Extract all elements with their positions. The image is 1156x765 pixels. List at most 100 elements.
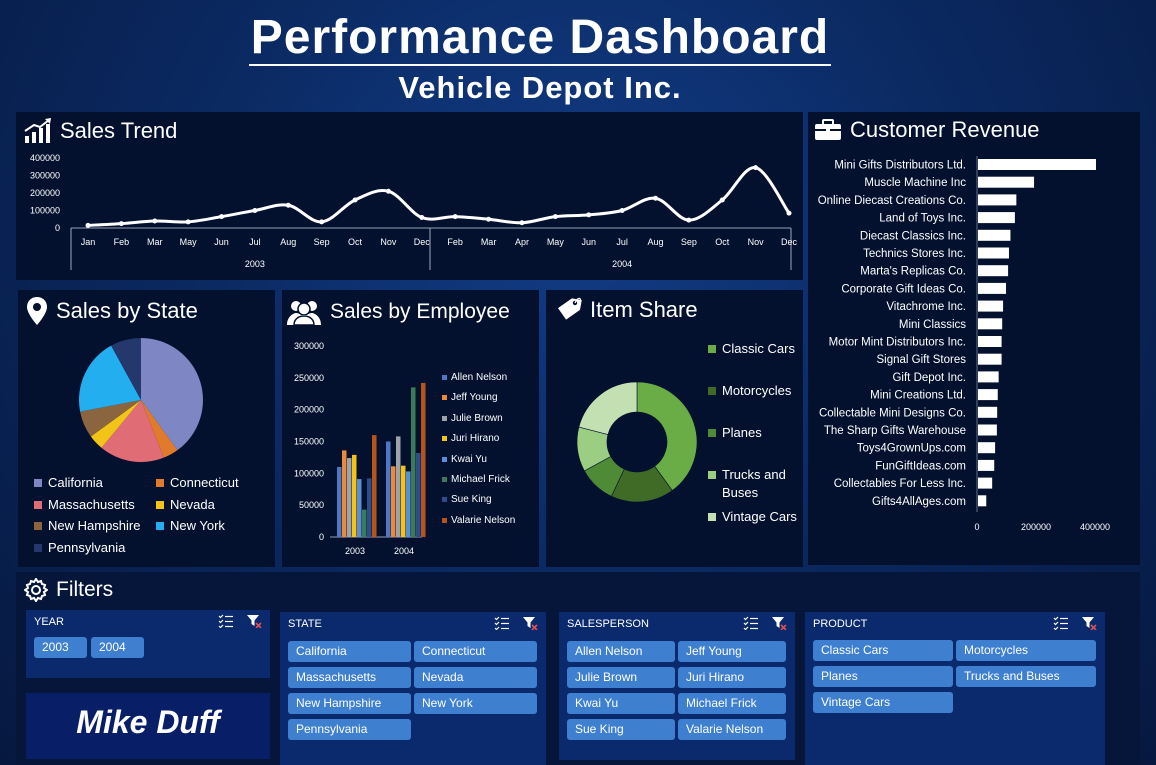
gear-icon	[24, 578, 48, 602]
legend-item-michael-frick: Michael Frick	[442, 474, 510, 485]
employee-bar	[352, 454, 357, 537]
x-tick-label: Mar	[481, 237, 497, 247]
x-tick-label: Oct	[715, 237, 730, 247]
legend-swatch	[442, 477, 447, 482]
slicer-option-jeff-young[interactable]: Jeff Young	[678, 641, 786, 662]
legend-label: Sue King	[451, 494, 492, 506]
customer-bar	[978, 336, 1002, 347]
sales-trend-point	[152, 218, 158, 224]
clear-filter-icon[interactable]	[1081, 616, 1097, 635]
customer-revenue-chart: Mini Gifts Distributors Ltd. Muscle Machi…	[818, 156, 1110, 532]
slicer-option-new-hampshire[interactable]: New Hampshire	[288, 693, 411, 714]
customer-label: Muscle Machine Inc	[864, 177, 966, 189]
sales-trend-point	[118, 221, 124, 227]
slicer-option-vintage-cars[interactable]: Vintage Cars	[813, 692, 953, 713]
customer-label: Toys4GrownUps.com	[857, 443, 966, 455]
sales-trend-point	[619, 208, 625, 213]
legend-label: Michael Frick	[451, 474, 510, 485]
slicer-option-connecticut[interactable]: Connecticut	[414, 641, 537, 662]
clear-filter-icon[interactable]	[771, 616, 787, 635]
slicer-option-california[interactable]: California	[288, 641, 411, 662]
employee-bar	[362, 509, 367, 537]
x-tick-label: Feb	[447, 237, 463, 247]
customer-label: Land of Toys Inc.	[879, 213, 966, 225]
multi-select-icon[interactable]	[743, 616, 759, 635]
x-tick-label: Aug	[280, 237, 296, 247]
legend-label: Vintage Cars	[722, 509, 797, 524]
legend-swatch	[708, 429, 716, 437]
sales-trend-point	[285, 202, 291, 208]
employee-bar	[411, 387, 416, 537]
legend-swatch	[442, 497, 447, 503]
sales-trend-point	[719, 197, 725, 203]
y-tick-label: 400000	[30, 153, 60, 163]
slicer-option-allen-nelson[interactable]: Allen Nelson	[567, 641, 675, 662]
multi-select-icon[interactable]	[494, 616, 510, 635]
legend-item-motorcycles: Motorcycles	[708, 382, 798, 400]
customer-label: Online Diecast Creations Co.	[818, 195, 966, 207]
y-tick-label: 0	[55, 223, 60, 233]
slicer-option-kwai-yu[interactable]: Kwai Yu	[567, 693, 675, 714]
slicer-option-michael-frick[interactable]: Michael Frick	[678, 693, 786, 714]
sales-trend-chart: 400000 300000 200000 100000 0 Jan Feb Mar May Jun…	[30, 153, 797, 270]
sales-trend-point	[219, 214, 225, 220]
customer-label: Diecast Classics Inc.	[860, 230, 966, 242]
sales-trend-line	[87, 166, 791, 227]
product-slicer: PRODUCT Classic Cars Motorcycles Planes Truc…	[805, 612, 1105, 765]
slicer-option-valarie-nelson[interactable]: Valarie Nelson	[678, 719, 786, 740]
price-tag-icon	[557, 297, 582, 320]
sales-by-state-header: Sales by State	[26, 296, 198, 326]
legend-label: Kwai Yu	[451, 453, 487, 465]
legend-swatch	[442, 436, 447, 442]
legend-label: California	[48, 475, 103, 490]
x-tick-label: May	[547, 237, 565, 247]
customer-bar	[978, 424, 997, 436]
x-tick-label: Jul	[249, 237, 261, 247]
customer-bar	[978, 247, 1009, 259]
slicer-option-2003[interactable]: 2003	[34, 637, 87, 658]
sales-by-state-title: Sales by State	[56, 298, 198, 323]
x-tick-label: Sep	[314, 237, 330, 247]
slicer-option-nevada[interactable]: Nevada	[414, 667, 537, 688]
legend-swatch	[34, 543, 42, 552]
sales-by-state-panel: Sales by State California Connecticut Mass…	[18, 290, 275, 567]
x-tick-label: Jan	[81, 237, 96, 247]
employee-bar	[372, 435, 377, 537]
employee-bar	[396, 436, 401, 537]
slicer-option-new-york[interactable]: New York	[414, 693, 537, 714]
x-tick-label: Sep	[681, 237, 697, 247]
slicer-option-planes[interactable]: Planes	[813, 666, 953, 687]
sales-trend-point	[586, 212, 592, 218]
slicer-option-pennsylvania[interactable]: Pennsylvania	[288, 719, 411, 740]
slicer-option-trucks-and-buses[interactable]: Trucks and Buses	[956, 666, 1096, 687]
sales-by-employee-panel: Sales by Employee 300000 250000 200000 1500…	[282, 290, 539, 567]
legend-swatch	[708, 387, 716, 395]
item-share-title: Item Share	[590, 297, 698, 322]
clear-filter-icon[interactable]	[246, 614, 262, 633]
multi-select-icon[interactable]	[218, 614, 234, 633]
state-slicer: STATE California Connecticut Massachusetts N…	[280, 612, 546, 765]
legend-label: Trucks and Buses	[722, 467, 786, 500]
multi-select-icon[interactable]	[1053, 616, 1069, 635]
slicer-option-sue-king[interactable]: Sue King	[567, 719, 675, 740]
x-tick-label: Oct	[348, 237, 363, 247]
employee-bar	[347, 458, 352, 537]
slicer-option-juri-hirano[interactable]: Juri Hirano	[678, 667, 786, 688]
clear-filter-icon[interactable]	[522, 616, 538, 635]
legend-label: Massachusetts	[48, 497, 135, 512]
slicer-option-julie-brown[interactable]: Julie Brown	[567, 667, 675, 688]
customer-label: Signal Gift Stores	[877, 354, 967, 366]
slicer-option-2004[interactable]: 2004	[91, 637, 144, 658]
sales-trend-point	[452, 214, 458, 220]
customer-label: Technics Stores Inc.	[863, 248, 966, 260]
customer-bar	[978, 300, 1004, 312]
legend-item-planes: Planes	[708, 424, 798, 442]
slicer-option-motorcycles[interactable]: Motorcycles	[956, 640, 1096, 661]
slicer-option-classic-cars[interactable]: Classic Cars	[813, 640, 953, 661]
y-tick-label: 250000	[294, 373, 324, 383]
x-tick-label: 2003	[345, 546, 365, 556]
legend-item-vintage-cars: Vintage Cars	[708, 508, 798, 526]
x-tick-label: Jun	[581, 237, 596, 247]
slicer-option-massachusetts[interactable]: Massachusetts	[288, 667, 411, 688]
legend-item-valarie-nelson: Valarie Nelson	[442, 515, 515, 526]
